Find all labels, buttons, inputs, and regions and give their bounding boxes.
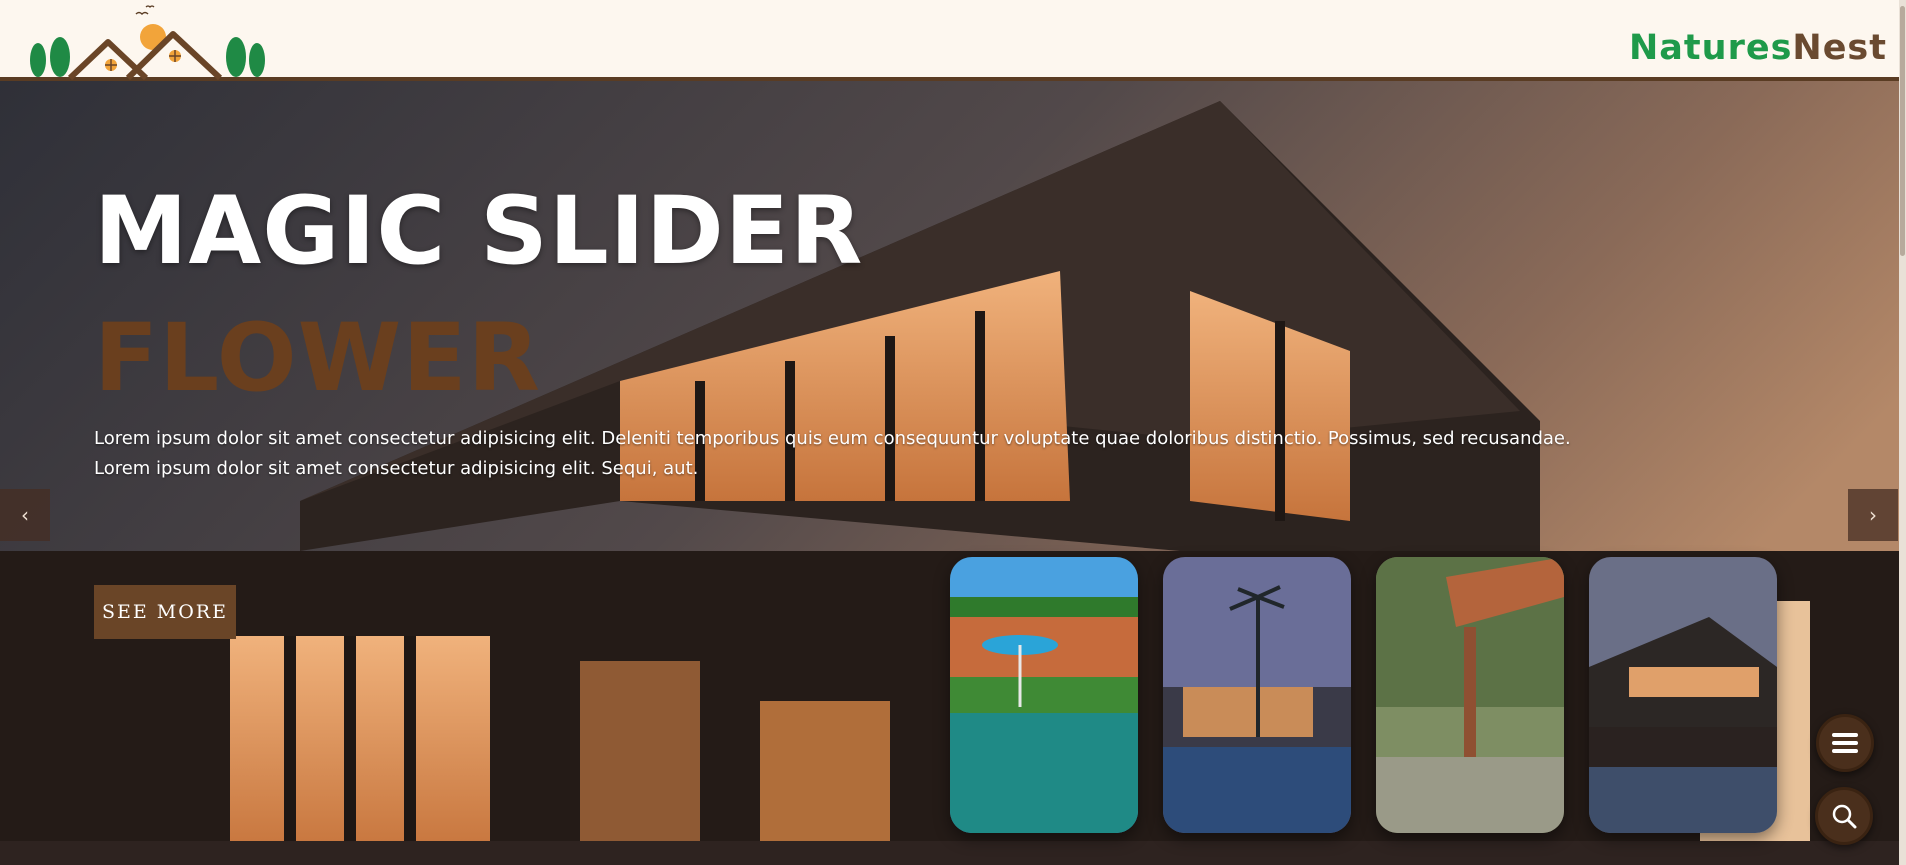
prev-slide-button[interactable]: ‹	[0, 489, 50, 541]
thumbnail-image-resort-pool	[950, 557, 1138, 833]
brand-name[interactable]: NaturesNest	[1629, 28, 1887, 68]
next-slide-button[interactable]: ›	[1848, 489, 1898, 541]
search-icon	[1832, 804, 1857, 829]
menu-button[interactable]	[1816, 714, 1874, 772]
hero-title: MAGIC SLIDER	[94, 177, 864, 286]
house-trees-logo-icon[interactable]	[28, 4, 268, 80]
brand-name-part2: Nest	[1792, 28, 1887, 68]
thumbnail-image-garden-pergola	[1376, 557, 1564, 833]
hamburger-menu-icon	[1832, 733, 1858, 753]
thumbnail-image-modern-house	[1589, 557, 1777, 833]
thumbnail-image-palm-pool	[1163, 557, 1351, 833]
chevron-left-icon: ‹	[21, 503, 29, 527]
chevron-right-icon: ›	[1869, 503, 1877, 527]
page-scrollbar-thumb[interactable]	[1900, 6, 1905, 256]
see-more-button[interactable]: SEE MORE	[94, 585, 236, 639]
hero-description: Lorem ipsum dolor sit amet consectetur a…	[94, 424, 1634, 484]
thumbnail-card[interactable]	[950, 557, 1138, 833]
thumbnail-card[interactable]	[1589, 557, 1777, 833]
site-header: NaturesNest	[0, 0, 1906, 81]
search-button[interactable]	[1815, 787, 1873, 845]
brand-name-part1: Natures	[1629, 28, 1793, 68]
thumbnail-card[interactable]	[1376, 557, 1564, 833]
hero-subtitle: FLOWER	[94, 304, 541, 413]
hero-description-line2: Lorem ipsum dolor sit amet consectetur a…	[94, 458, 699, 479]
thumbnail-card[interactable]	[1163, 557, 1351, 833]
hero-description-line1: Lorem ipsum dolor sit amet consectetur a…	[94, 428, 1571, 449]
